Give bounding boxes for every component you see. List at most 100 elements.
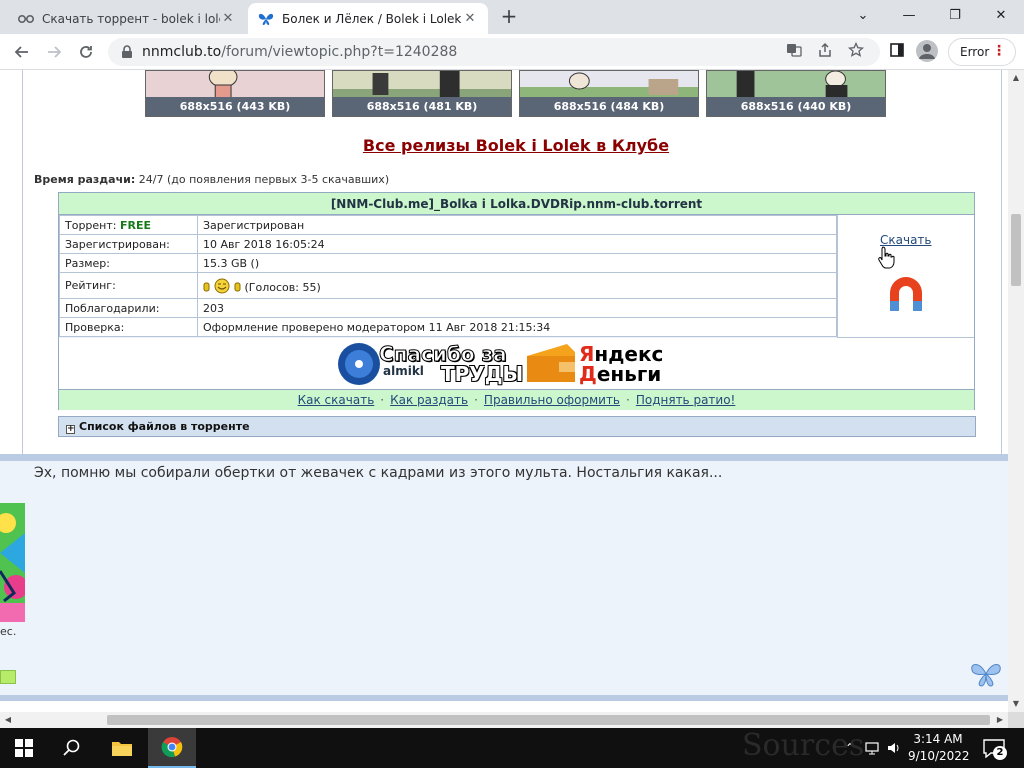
translate-icon[interactable] [784,40,804,60]
watermark-text: Sources [742,728,865,763]
thumbnail-caption: 688x516 (484 KB) [520,97,698,116]
cartoon-frame-image [520,71,698,99]
lock-icon [122,45,132,58]
hand-cursor-icon [878,246,895,269]
scrollbar-corner [1008,712,1024,728]
butterfly-favicon-icon [258,11,274,27]
free-badge: FREE [120,218,152,232]
error-label: Error [960,45,990,59]
folder-icon [112,742,132,756]
scroll-down-icon[interactable]: ▼ [1008,696,1024,712]
comment-text: Эх, помню мы собирали обертки от жевачек… [34,465,723,481]
info-value: Зарегистрирован [197,215,837,235]
seed-time-line: Время раздачи: 24/7 (до появления первых… [34,173,389,186]
network-icon[interactable] [864,740,880,756]
screenshot-thumbnail[interactable]: 688x516 (440 KB) [706,70,886,117]
close-window-button[interactable]: ✕ [978,0,1024,30]
scroll-left-icon[interactable]: ◀ [0,712,16,728]
tab-bolek-lolek[interactable]: Болек и Лёлек / Bolek i Lolek (19 ✕ [248,3,488,34]
forward-arrow-icon [48,46,62,58]
windows-taskbar: ⌃ 3:14 AM 9/10/2022 2 [0,728,1024,768]
table-row: Поблагодарили: 203 [59,298,837,318]
link-separator: · [380,393,385,407]
post-separator [0,454,1008,461]
screenshot-thumbnail[interactable]: 688x516 (484 KB) [519,70,699,117]
info-value: 10 Авг 2018 16:05:24 [197,234,837,254]
formatting-rules-link[interactable]: Правильно оформить [484,393,620,407]
back-arrow-icon [14,46,28,58]
raise-ratio-link[interactable]: Поднять ратио! [636,393,736,407]
how-to-seed-link[interactable]: Как раздать [390,393,468,407]
torrent-info-box: [NNM-Club.me]_Bolka i Lolka.DVDRip.nnm-c… [58,192,975,410]
banner-money-text: Деньги [579,362,662,386]
tab-torrent-search[interactable]: Скачать торрент - bolek i lolek | ✕ [8,3,246,34]
wallet-icon [527,344,575,382]
user-avatar[interactable] [0,503,25,622]
scroll-right-icon[interactable]: ▶ [992,712,1008,728]
donation-banner[interactable]: Спасибо за almikl ТРУДЫ Яндекс Деньги [337,342,697,386]
profile-avatar-icon[interactable] [916,40,938,62]
reload-button[interactable] [74,40,98,64]
chrome-taskbar-button[interactable] [148,728,196,768]
page-viewport: 688x516 (443 KB) 688x516 (481 KB) 688x51… [0,70,1008,712]
clock-date: 9/10/2022 [908,749,970,763]
magnet-icon[interactable] [886,277,926,319]
comment-post: Эх, помню мы собирали обертки от жевачек… [0,461,1008,695]
notification-count: 2 [993,746,1007,760]
file-explorer-button[interactable] [98,728,146,768]
info-value: Оформление проверено модератором 11 Авг … [197,317,837,337]
info-key: Торрент: FREE [59,215,198,235]
horizontal-scrollbar[interactable]: ◀ ▶ [0,712,1008,728]
windows-logo-icon [15,739,33,757]
tab-title: Скачать торрент - bolek i lolek | [42,11,220,26]
share-icon[interactable] [815,40,835,60]
address-bar[interactable]: nnmclub.to/forum/viewtopic.php?t=1240288 [108,38,880,66]
scroll-up-icon[interactable]: ▲ [1008,70,1024,86]
link-separator: · [474,393,478,407]
error-profile-button[interactable]: Error ⋮ [948,38,1016,66]
new-tab-button[interactable]: + [498,6,520,28]
table-row: Размер: 15.3 GB () [59,253,837,273]
vertical-scrollbar[interactable]: ▲ ▼ [1008,70,1024,712]
info-key: Зарегистрирован: [59,234,198,254]
system-clock[interactable]: 3:14 AM 9/10/2022 [908,731,970,765]
forward-button[interactable] [42,40,66,64]
side-panel-icon[interactable] [887,40,907,60]
donation-banner-row: Спасибо за almikl ТРУДЫ Яндекс Деньги [59,338,974,390]
menu-dots-icon[interactable]: ⋮ [992,44,1006,58]
info-key: Рейтинг: [59,272,198,299]
avatar-image [0,503,25,622]
tab-search-icon[interactable]: ⌄ [840,0,886,30]
screenshot-thumbnail[interactable]: 688x516 (443 KB) [145,70,325,117]
tab-close-icon[interactable]: ✕ [220,11,236,26]
rating-smiley-icon [203,278,241,293]
status-chip [0,670,16,684]
horizontal-scroll-thumb[interactable] [107,715,990,725]
screenshot-thumbnail[interactable]: 688x516 (481 KB) [332,70,512,117]
tab-title: Болек и Лёлек / Bolek i Lolek (19 [282,11,462,26]
info-value: (Голосов: 55) [197,272,837,299]
post-separator [0,695,1008,701]
info-key: Проверка: [59,317,198,337]
all-releases-link[interactable]: Все релизы Bolek i Lolek в Клубе [0,136,1008,155]
bookmark-star-icon[interactable] [846,40,866,60]
back-button[interactable] [10,40,34,64]
thumbnail-caption: 688x516 (481 KB) [333,97,511,116]
thumbnail-caption: 688x516 (443 KB) [146,97,324,116]
vertical-scroll-thumb[interactable] [1011,214,1021,286]
start-button[interactable] [0,728,48,768]
banner-trudy-text: ТРУДЫ [441,362,524,386]
chrome-icon [161,737,183,758]
butterfly-logo-icon[interactable] [970,661,1002,687]
table-row: Проверка: Оформление проверено модератор… [59,317,837,337]
restore-button[interactable]: ❐ [932,0,978,30]
minimize-button[interactable]: — [886,0,932,30]
tab-close-icon[interactable]: ✕ [462,11,478,26]
how-to-download-link[interactable]: Как скачать [298,393,375,407]
torrent-filename[interactable]: [NNM-Club.me]_Bolka i Lolka.DVDRip.nnm-c… [59,193,974,215]
expand-plus-icon: + [66,424,75,434]
search-button[interactable] [48,728,96,768]
url-host: nnmclub.to [142,44,222,60]
file-list-toggle[interactable]: + Список файлов в торренте [58,416,976,437]
volume-icon[interactable] [886,740,902,756]
